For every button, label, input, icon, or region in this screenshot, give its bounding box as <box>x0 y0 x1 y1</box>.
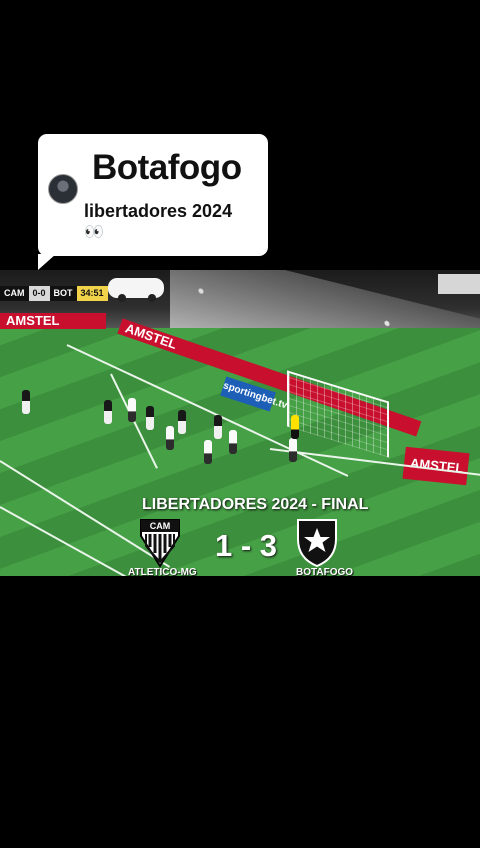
avatar[interactable] <box>48 174 78 204</box>
eyes-emoji: 👀 <box>84 224 104 241</box>
match-title: LIBERTADORES 2024 - FINAL <box>142 496 369 513</box>
comment-card[interactable]: Botafogo libertadores 2024 👀 <box>38 134 268 270</box>
away-team-name: BOTAFOGO <box>296 567 354 578</box>
final-score: 1 - 3 <box>215 528 278 563</box>
comment-text: libertadores 2024 <box>84 201 233 221</box>
home-team-name: ATLETICO-MG <box>128 567 197 578</box>
atletico-mg-crest-icon: CAM <box>137 518 183 568</box>
svg-text:CAM: CAM <box>150 521 171 531</box>
comment-title: Botafogo <box>92 148 242 187</box>
botafogo-crest-icon <box>294 518 340 568</box>
